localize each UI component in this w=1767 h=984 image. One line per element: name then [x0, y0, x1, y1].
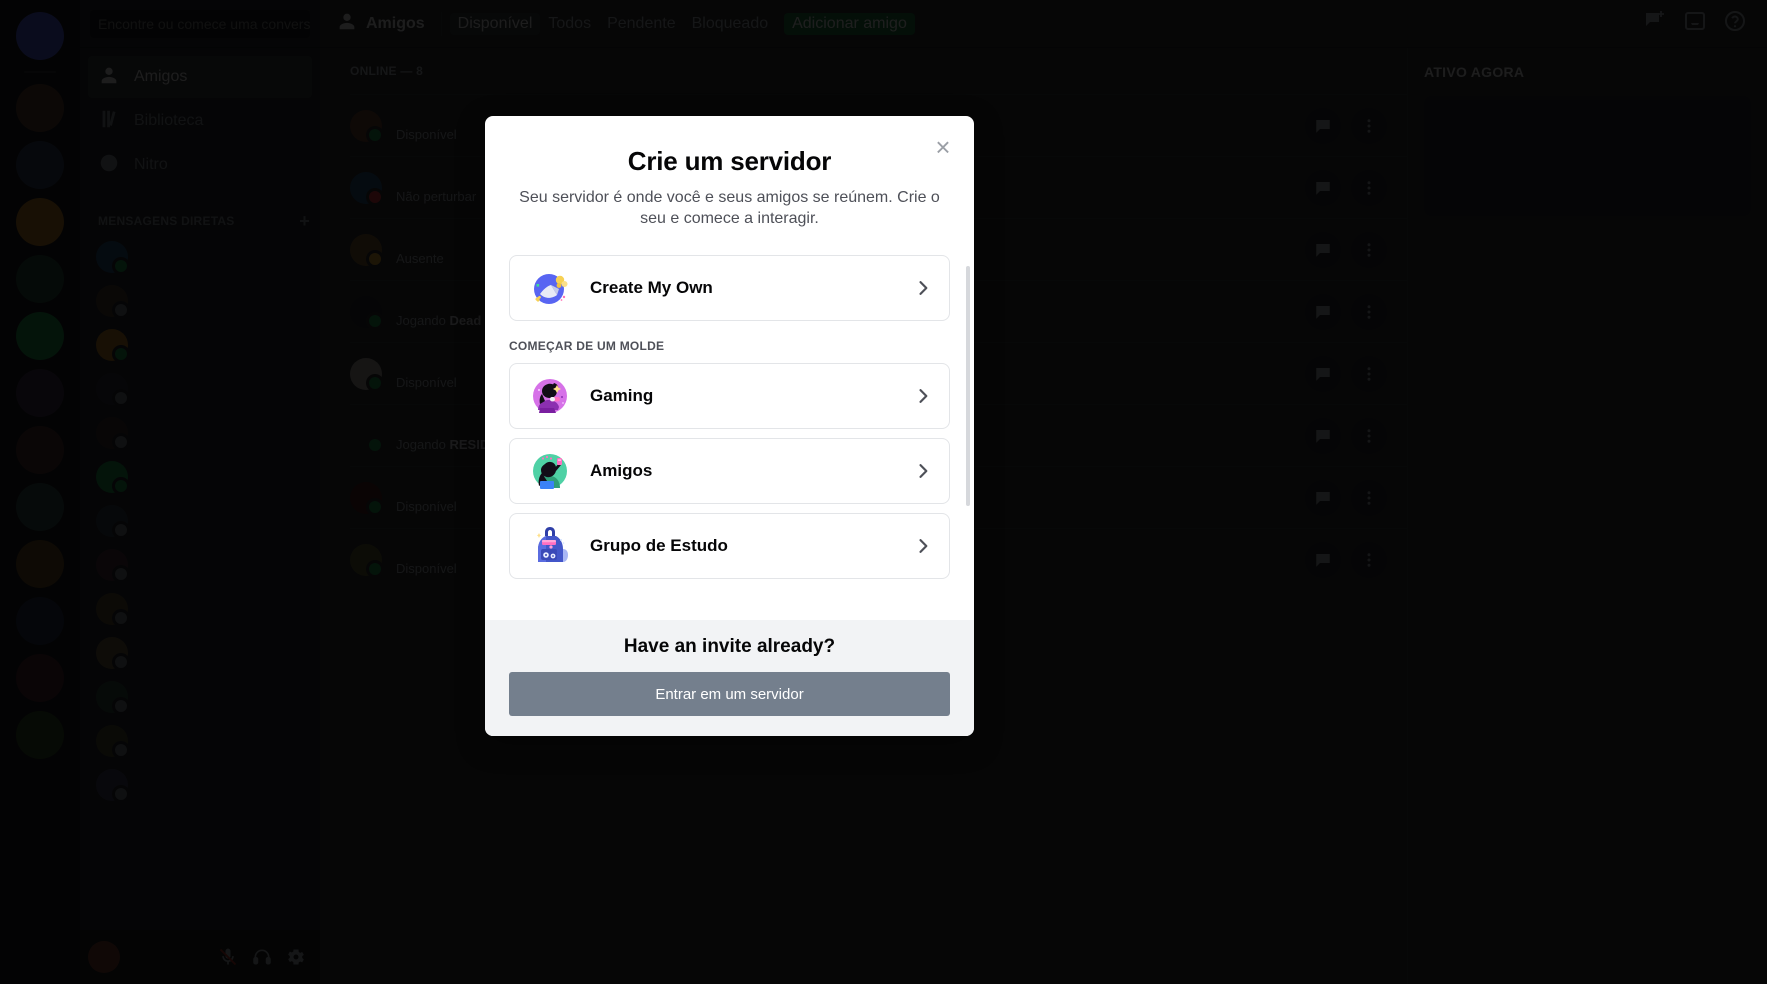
template-option-amigos[interactable]: Amigos	[509, 438, 950, 504]
template-option-gaming[interactable]: Gaming	[509, 363, 950, 429]
modal-footer: Have an invite already? Entrar em um ser…	[485, 620, 974, 736]
globe-sparkles-icon	[526, 264, 574, 312]
modal-subtitle: Seu servidor é onde você e seus amigos s…	[519, 189, 940, 227]
chevron-right-icon	[913, 386, 933, 406]
gaming-avatar-icon	[526, 372, 574, 420]
template-section-header: COMEÇAR DE UM MOLDE	[509, 339, 665, 353]
create-my-own-option[interactable]: Create My Own	[509, 255, 950, 321]
template-label: Amigos	[590, 461, 653, 480]
template-label: Gaming	[590, 386, 654, 405]
modal-scrollbar[interactable]	[966, 266, 970, 506]
modal-body: Crie um servidor Seu servidor é onde voc…	[485, 116, 974, 620]
modal-title: Crie um servidor	[627, 146, 832, 176]
create-server-modal: × Crie um servidor Seu servidor é onde v…	[485, 116, 974, 736]
template-option-grupo-de-estudo[interactable]: Grupo de Estudo	[509, 513, 950, 579]
friends-avatar-icon	[526, 447, 574, 495]
create-my-own-label: Create My Own	[590, 278, 713, 297]
chevron-right-icon	[913, 278, 933, 298]
modal-scroll-content: Crie um servidor Seu servidor é onde voc…	[485, 116, 974, 579]
join-server-button[interactable]: Entrar em um servidor	[509, 672, 950, 716]
chevron-right-icon	[913, 461, 933, 481]
backpack-icon	[526, 522, 574, 570]
invite-prompt-label: Have an invite already?	[623, 636, 836, 657]
chevron-right-icon	[913, 536, 933, 556]
template-label: Grupo de Estudo	[590, 536, 728, 555]
